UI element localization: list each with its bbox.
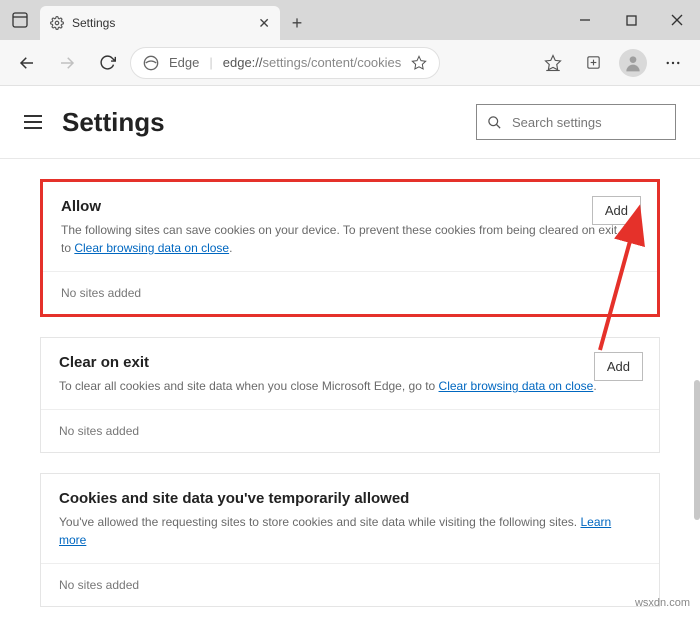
profile-button[interactable] [616,46,650,80]
new-tab-button[interactable]: + [280,6,314,40]
vertical-scrollbar[interactable] [694,380,700,520]
temporarily-allowed-description: You've allowed the requesting sites to s… [59,513,641,549]
edge-logo-icon [143,55,159,71]
toolbar: Edge | edge://settings/content/cookies [0,40,700,86]
separator: | [209,55,212,70]
temporarily-allowed-title: Cookies and site data you've temporarily… [59,490,641,507]
content: Allow The following sites can save cooki… [0,159,700,627]
titlebar: Settings ✕ + [0,0,700,40]
search-settings-input[interactable]: Search settings [476,104,676,140]
allow-add-button[interactable]: Add [592,196,641,225]
collections-button[interactable] [576,46,610,80]
clear-on-exit-empty-state: No sites added [41,409,659,452]
temporarily-allowed-section: Cookies and site data you've temporarily… [40,473,660,607]
allow-empty-state: No sites added [43,271,657,314]
window-close-button[interactable] [654,0,700,40]
clear-browsing-data-link-2[interactable]: Clear browsing data on close [439,379,594,393]
hamburger-menu-button[interactable] [24,115,42,129]
window-minimize-button[interactable] [562,0,608,40]
search-icon [487,115,502,130]
window-controls [562,0,700,40]
forward-button[interactable] [50,46,84,80]
window-maximize-button[interactable] [608,0,654,40]
allow-section: Allow The following sites can save cooki… [40,179,660,317]
page-title: Settings [62,107,165,138]
allow-title: Allow [61,198,639,215]
refresh-button[interactable] [90,46,124,80]
page-header: Settings Search settings [0,86,700,159]
allow-description: The following sites can save cookies on … [61,221,639,257]
clear-on-exit-section: Clear on exit To clear all cookies and s… [40,337,660,453]
tab-title: Settings [72,16,115,30]
tab-close-button[interactable]: ✕ [258,15,270,32]
favorites-button[interactable] [536,46,570,80]
clear-on-exit-title: Clear on exit [59,354,641,371]
more-button[interactable] [656,46,690,80]
clear-browsing-data-link[interactable]: Clear browsing data on close [74,241,229,255]
url-text: edge://settings/content/cookies [223,55,402,70]
avatar-icon [619,49,647,77]
tab-list-button[interactable] [0,0,40,40]
clear-on-exit-description: To clear all cookies and site data when … [59,377,641,395]
temporarily-allowed-empty-state: No sites added [41,563,659,606]
address-bar[interactable]: Edge | edge://settings/content/cookies [130,47,440,79]
add-favorite-icon[interactable] [411,55,427,71]
back-button[interactable] [10,46,44,80]
site-identity: Edge [169,55,199,70]
search-placeholder: Search settings [512,115,602,130]
browser-tab-active[interactable]: Settings ✕ [40,6,280,40]
gear-icon [50,16,64,30]
clear-on-exit-add-button[interactable]: Add [594,352,643,381]
watermark-text: wsxdn.com [635,597,690,609]
